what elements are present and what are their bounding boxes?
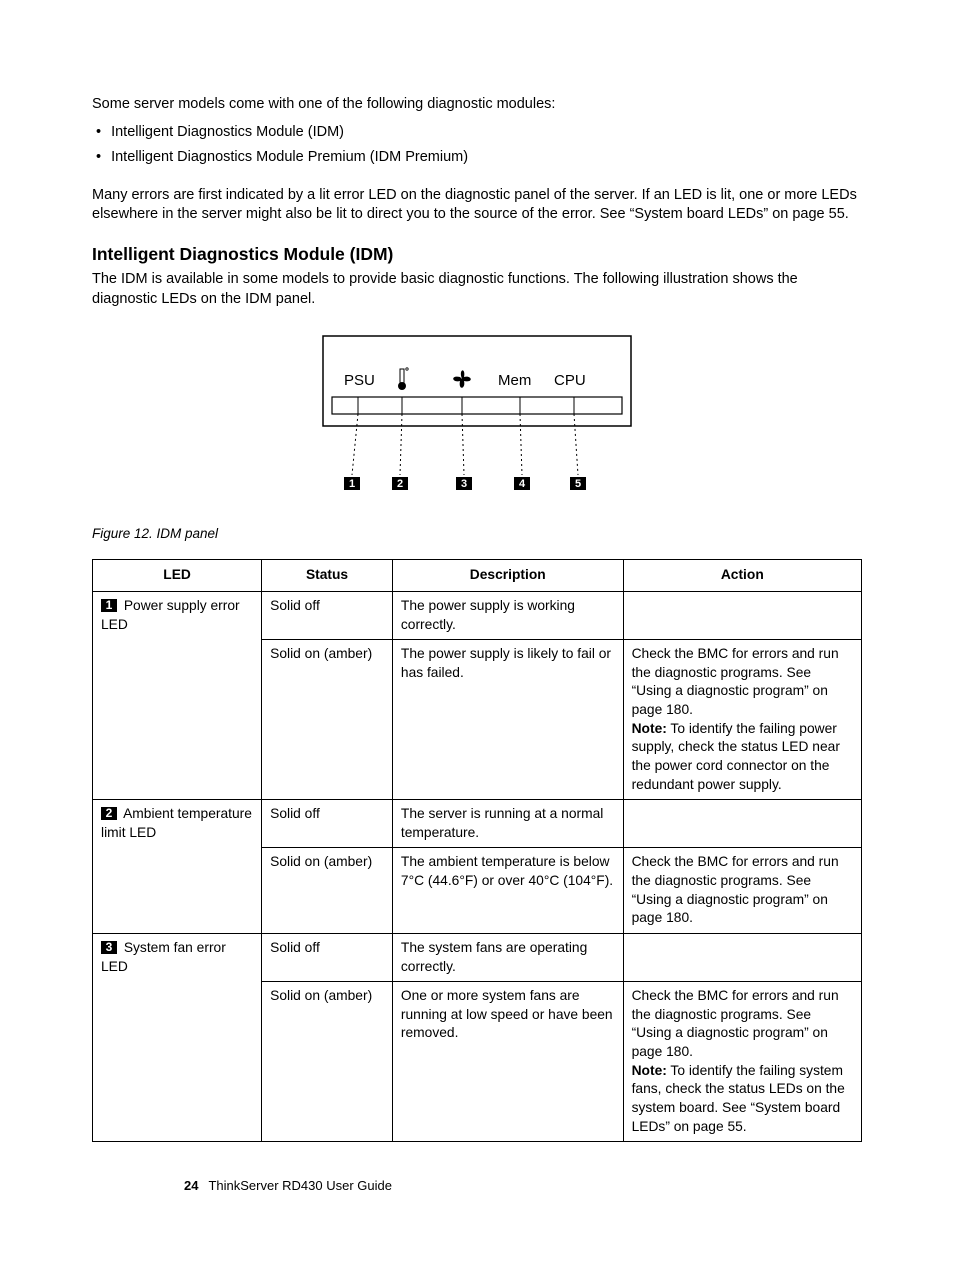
doc-title: ThinkServer RD430 User Guide [208,1178,392,1193]
list-item: Intelligent Diagnostics Module (IDM) [96,123,862,143]
action-text: Check the BMC for errors and run the dia… [632,646,839,717]
callout-3: 3 [101,941,117,954]
led-name: Power supply error LED [101,598,240,632]
action-cell [623,933,861,981]
page-number: 24 [184,1178,198,1193]
note-label: Note: [632,1063,667,1078]
status-cell: Solid on (amber) [262,848,393,934]
cpu-label: CPU [554,372,586,389]
action-text: Check the BMC for errors and run the dia… [632,988,839,1059]
desc-cell: The system fans are operating correctly. [392,933,623,981]
desc-cell: The power supply is likely to fail or ha… [392,640,623,800]
heading-para: The IDM is available in some models to p… [92,270,862,309]
led-table: LED Status Description Action 1 Power su… [92,559,862,1142]
module-list: Intelligent Diagnostics Module (IDM) Int… [92,123,862,168]
desc-cell: The power supply is working correctly. [392,591,623,639]
led-cell: 2 Ambient temperature limit LED [93,800,262,934]
th-led: LED [93,560,262,592]
status-cell: Solid off [262,933,393,981]
status-cell: Solid on (amber) [262,982,393,1142]
th-action: Action [623,560,861,592]
led-cell: 1 Power supply error LED [93,591,262,799]
figure-caption: Figure 12. IDM panel [92,525,862,543]
svg-text:5: 5 [575,478,581,490]
led-name: Ambient temperature limit LED [101,806,252,840]
intro-text: Some server models come with one of the … [92,95,862,115]
note-label: Note: [632,721,667,736]
desc-cell: The ambient temperature is below 7°C (44… [392,848,623,934]
thermometer-icon [398,367,408,389]
mem-label: Mem [498,372,531,389]
idm-panel-diagram: PSU Mem CPU 1 2 3 4 [322,335,632,505]
led-cell: 3 System fan error LED [93,933,262,1141]
callout-1: 1 [101,599,117,612]
action-cell: Check the BMC for errors and run the dia… [623,982,861,1142]
svg-text:2: 2 [397,478,403,490]
page-footer: 24 ThinkServer RD430 User Guide [184,1177,392,1195]
svg-text:1: 1 [349,478,355,490]
callout-2: 2 [101,807,117,820]
th-description: Description [392,560,623,592]
status-cell: Solid off [262,591,393,639]
list-item: Intelligent Diagnostics Module Premium (… [96,148,862,168]
status-cell: Solid off [262,800,393,848]
action-cell: Check the BMC for errors and run the dia… [623,848,861,934]
desc-cell: One or more system fans are running at l… [392,982,623,1142]
status-cell: Solid on (amber) [262,640,393,800]
section-heading: Intelligent Diagnostics Module (IDM) [92,243,862,267]
led-name: System fan error LED [101,940,226,974]
svg-text:3: 3 [461,478,467,490]
th-status: Status [262,560,393,592]
action-cell [623,800,861,848]
desc-cell: The server is running at a normal temper… [392,800,623,848]
action-cell: Check the BMC for errors and run the dia… [623,640,861,800]
psu-label: PSU [344,372,375,389]
svg-text:4: 4 [519,478,526,490]
action-cell [623,591,861,639]
error-para: Many errors are first indicated by a lit… [92,186,862,225]
fan-icon [453,370,471,387]
idm-figure: PSU Mem CPU 1 2 3 4 [92,335,862,512]
